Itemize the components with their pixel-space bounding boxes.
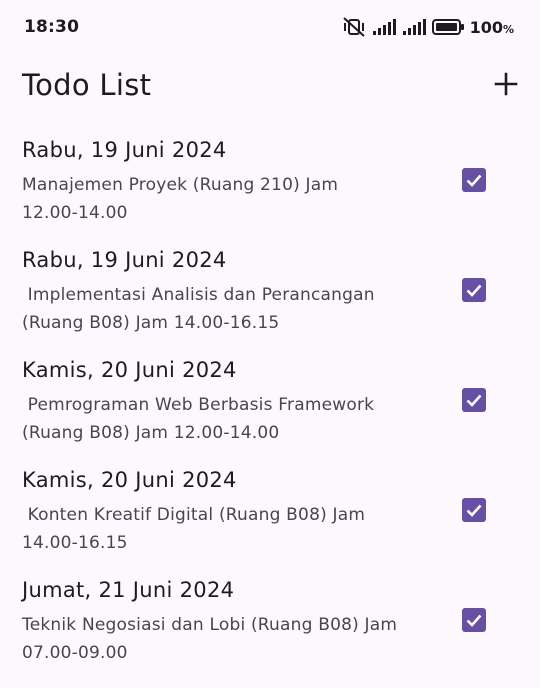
- battery-level: 100%: [469, 17, 514, 37]
- signal-icon: [372, 19, 396, 35]
- plus-icon: [494, 72, 518, 96]
- todo-checkbox[interactable]: [462, 388, 486, 412]
- todo-description: Konten Kreatif Digital (Ruang B08) Jam 1…: [22, 505, 366, 553]
- check-icon: [466, 284, 482, 297]
- todo-description: Manajemen Proyek (Ruang 210) Jam 12.00-1…: [22, 175, 339, 223]
- todo-list: Rabu, 19 Juni 2024 Manajemen Proyek (Rua…: [0, 136, 540, 686]
- todo-checkbox[interactable]: [462, 608, 486, 632]
- check-icon: [466, 394, 482, 407]
- todo-date: Jumat, 21 Juni 2024: [22, 578, 235, 602]
- todo-checkbox[interactable]: [462, 168, 486, 192]
- todo-date: Kamis, 20 Juni 2024: [22, 468, 237, 492]
- todo-description: Pemrograman Web Berbasis Framework (Ruan…: [22, 395, 375, 443]
- check-icon: [466, 614, 482, 627]
- status-bar: 18:30 100%: [0, 0, 540, 56]
- todo-date: Rabu, 19 Juni 2024: [22, 248, 227, 272]
- page-title: Todo List: [22, 68, 152, 102]
- check-icon: [466, 174, 482, 187]
- todo-item: Kamis, 20 Juni 2024 Konten Kreatif Digit…: [0, 466, 540, 576]
- app-bar: Todo List: [0, 56, 540, 114]
- todo-item: Kamis, 20 Juni 2024 Pemrograman Web Berb…: [0, 356, 540, 466]
- todo-checkbox[interactable]: [462, 278, 486, 302]
- todo-date: Rabu, 19 Juni 2024: [22, 138, 227, 162]
- status-time: 18:30: [24, 17, 80, 37]
- mute-vibrate-icon: [342, 17, 365, 37]
- status-icons: 100%: [342, 16, 514, 38]
- todo-item: Jumat, 21 Juni 2024 Teknik Negosiasi dan…: [0, 576, 540, 686]
- todo-item: Rabu, 19 Juni 2024 Implementasi Analisis…: [0, 246, 540, 356]
- check-icon: [466, 504, 482, 517]
- todo-date: Kamis, 20 Juni 2024: [22, 358, 237, 382]
- todo-description: Implementasi Analisis dan Perancangan (R…: [22, 285, 375, 333]
- add-todo-button[interactable]: [492, 70, 520, 98]
- signal-icon: [402, 19, 426, 35]
- todo-item: Rabu, 19 Juni 2024 Manajemen Proyek (Rua…: [0, 136, 540, 246]
- todo-description: Teknik Negosiasi dan Lobi (Ruang B08) Ja…: [22, 615, 398, 663]
- todo-checkbox[interactable]: [462, 498, 486, 522]
- battery-icon: [431, 19, 464, 35]
